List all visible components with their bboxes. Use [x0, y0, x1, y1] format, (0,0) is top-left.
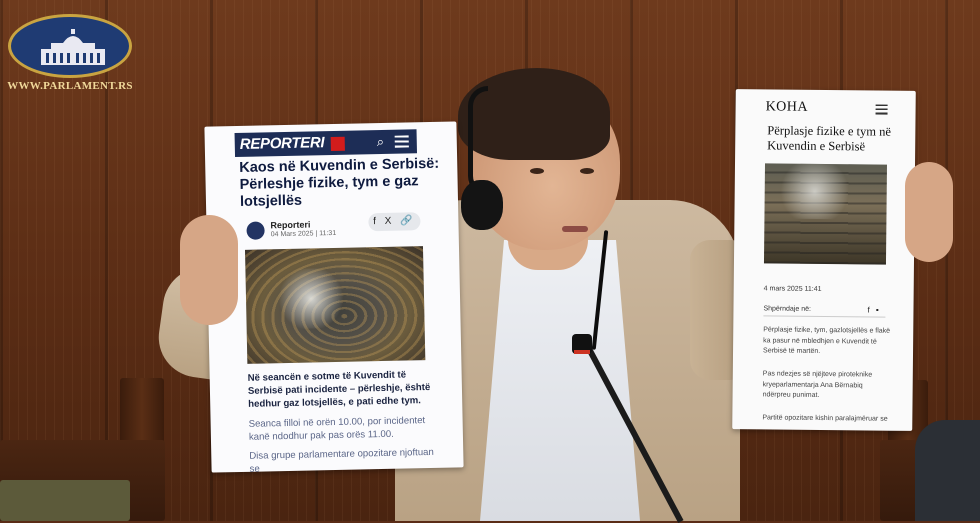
site-watermark-text: WWW.PARLAMENT.RS: [7, 80, 133, 92]
parliament-building-icon: [41, 29, 105, 65]
left-eye: [530, 168, 544, 174]
photo-smoke: [275, 267, 347, 330]
article-author: Reporteri: [270, 219, 311, 231]
photo-smoke: [774, 163, 856, 220]
chair-post-left: [120, 378, 164, 448]
divider: [763, 315, 886, 318]
reporteri-header: REPORTERI ⌕: [234, 129, 418, 158]
search-icon: ⌕: [376, 133, 385, 150]
hamburger-menu-icon: [394, 135, 409, 148]
article-paragraph: Pas ndezjes së njëjteve piroteknike krye…: [762, 370, 873, 399]
reporteri-logo-mark: [330, 136, 345, 152]
speaker-mouth: [562, 226, 588, 232]
right-eye: [580, 168, 594, 174]
koha-logo: KOHA: [765, 99, 809, 115]
article-paragraph: Përplasje fizike, tym, gazlotsjellës e f…: [763, 326, 891, 355]
printed-article-reporteri: REPORTERI ⌕ Kaos në Kuvendin e Serbisë: …: [204, 121, 464, 475]
article-photo: [763, 163, 888, 265]
headphone-earcup-icon: [461, 180, 503, 230]
right-hand: [905, 162, 953, 262]
parliament-logo: WWW.PARLAMENT.RS: [6, 14, 134, 100]
article-headline: Përplasje fizike e tym në Kuvendin e Ser…: [767, 123, 891, 154]
article-lead: Në seancën e sotme të Kuvendit të Serbis…: [247, 369, 431, 410]
author-avatar: [246, 221, 265, 240]
chair-seat-left: [0, 480, 130, 521]
left-hand: [180, 215, 238, 325]
speaker-shirt: [480, 240, 640, 521]
share-icons: f X 🔗: [368, 212, 421, 232]
article-paragraph: Seanca filloi në orën 10.00, por inciden…: [248, 415, 426, 443]
printed-article-koha: KOHA Përplasje fizike e tym në Kuvendin …: [732, 89, 916, 431]
logo-emblem: [8, 14, 132, 78]
reporteri-logo: REPORTERI: [239, 134, 325, 153]
article-headline: Kaos në Kuvendin e Serbisë: Përleshje fi…: [239, 155, 440, 210]
article-date: 04 Mars 2025 | 11:31: [270, 229, 337, 239]
article-paragraph: Disa grupe parlamentare opozitare njoftu…: [249, 446, 434, 475]
article-photo: [244, 246, 426, 364]
share-icons: f ▪: [867, 305, 881, 315]
article-date: 4 mars 2025 11:41: [763, 285, 822, 293]
article-paragraph: Partitë opozitare kishin paralajmëruar s…: [762, 414, 888, 423]
hamburger-menu-icon: [875, 104, 888, 115]
share-label: Shpërndaje në:: [763, 305, 812, 313]
microphone-indicator: [574, 350, 590, 354]
person-shoulder-right: [915, 420, 980, 521]
